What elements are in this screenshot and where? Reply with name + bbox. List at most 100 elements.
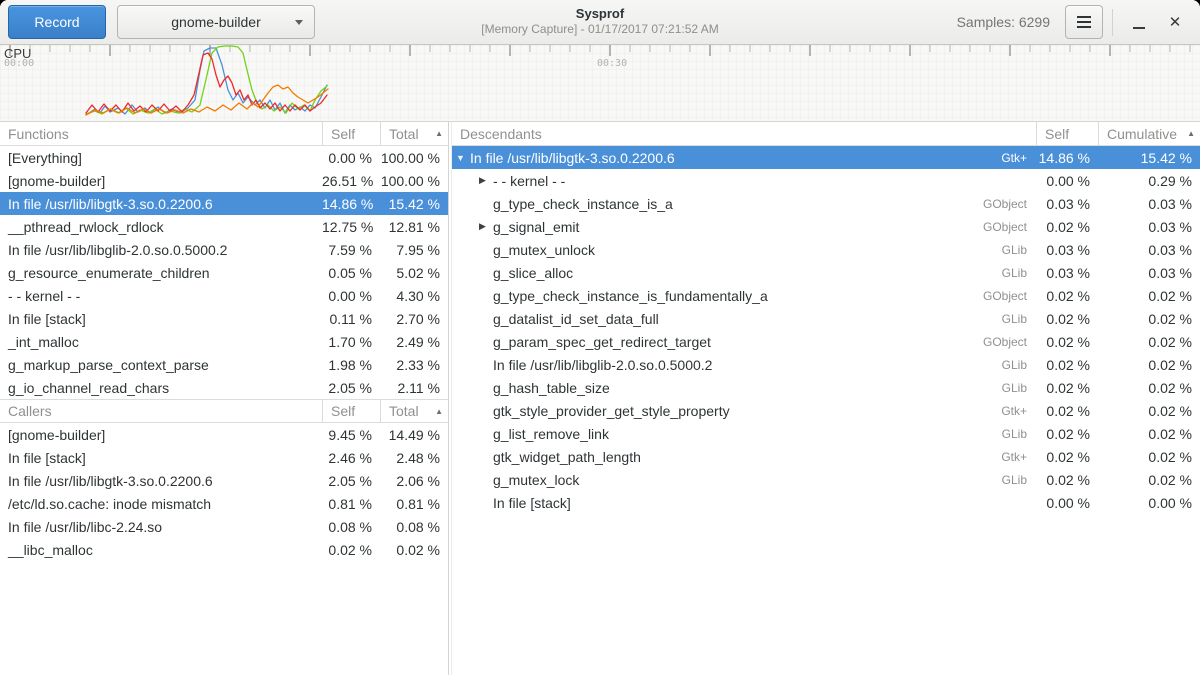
descendant-name-cell: g_hash_table_size GLib [452,380,1036,396]
callers-table-row[interactable]: [gnome-builder] 9.45 % 14.49 % [0,423,448,446]
descendants-table-row[interactable]: g_type_check_instance_is_fundamentally_a… [452,284,1200,307]
descendants-table-row[interactable]: g_mutex_lock GLib 0.02 % 0.02 % [452,468,1200,491]
descendant-name-cell: In file [stack] [452,495,1036,511]
caller-self-value: 9.45 % [322,427,380,443]
descendant-name: g_signal_emit [493,219,579,235]
expander-icon[interactable]: ▼ [456,153,470,163]
process-selector-label: gnome-builder [171,14,261,30]
descendants-self-column-header[interactable]: Self [1036,122,1098,145]
descendant-self-value: 0.00 % [1036,495,1098,511]
callers-column-header[interactable]: Callers [0,403,322,419]
caller-name: In file [stack] [0,450,322,466]
samples-count-label: Samples: 6299 [957,14,1050,30]
descendants-table-row[interactable]: ▼ In file /usr/lib/libgtk-3.so.0.2200.6 … [452,146,1200,169]
caller-total-value: 0.08 % [380,519,448,535]
caller-name: In file /usr/lib/libc-2.24.so [0,519,322,535]
descendants-table-row[interactable]: g_list_remove_link GLib 0.02 % 0.02 % [452,422,1200,445]
sort-ascending-icon: ▲ [1187,129,1195,138]
callers-total-column-header[interactable]: Total ▲ [380,400,448,422]
cpu-timeline-graph[interactable]: CPU 00:00 00:30 [0,45,1200,122]
expander-icon[interactable]: ▶ [479,221,493,232]
descendant-self-value: 0.02 % [1036,288,1098,304]
descendants-table-row[interactable]: g_param_spec_get_redirect_target GObject… [452,330,1200,353]
function-self-value: 0.05 % [322,265,380,281]
descendants-table-row[interactable]: In file /usr/lib/libglib-2.0.so.0.5000.2… [452,353,1200,376]
descendant-name: g_hash_table_size [493,380,610,396]
descendants-table-row[interactable]: ▶ g_signal_emit GObject 0.02 % 0.03 % [452,215,1200,238]
expander-icon[interactable]: ▶ [479,175,493,186]
library-category-label: GLib [1002,358,1036,372]
descendant-name: g_mutex_lock [493,472,579,488]
functions-table-row[interactable]: g_io_channel_read_chars 2.05 % 2.11 % [0,376,448,399]
functions-table-row[interactable]: In file /usr/lib/libglib-2.0.so.0.5000.2… [0,238,448,261]
library-category-label: Gtk+ [1001,450,1036,464]
function-total-value: 2.11 % [380,380,448,396]
function-name: __pthread_rwlock_rdlock [0,219,322,235]
functions-table-row[interactable]: In file [stack] 0.11 % 2.70 % [0,307,448,330]
caller-total-value: 2.06 % [380,473,448,489]
descendants-column-header[interactable]: Descendants [452,126,1036,142]
functions-column-header[interactable]: Functions [0,126,322,142]
descendant-name-cell: g_mutex_lock GLib [452,472,1036,488]
time-tick-start: 00:00 [4,58,34,69]
descendants-table-row[interactable]: g_hash_table_size GLib 0.02 % 0.02 % [452,376,1200,399]
functions-table-row[interactable]: In file /usr/lib/libgtk-3.so.0.2200.6 14… [0,192,448,215]
descendants-table-row[interactable]: g_datalist_id_set_data_full GLib 0.02 % … [452,307,1200,330]
descendant-name: g_mutex_unlock [493,242,595,258]
functions-table-row[interactable]: [Everything] 0.00 % 100.00 % [0,146,448,169]
library-category-label: GObject [983,335,1036,349]
descendants-table-row[interactable]: g_type_check_instance_is_a GObject 0.03 … [452,192,1200,215]
record-button[interactable]: Record [8,5,106,39]
descendants-table-row[interactable]: ▶ - - kernel - - 0.00 % 0.29 % [452,169,1200,192]
menu-button[interactable] [1065,5,1103,39]
sysprof-window: Record gnome-builder Sysprof [Memory Cap… [0,0,1200,675]
descendant-self-value: 0.00 % [1036,173,1098,189]
functions-self-column-header[interactable]: Self [322,122,380,145]
process-selector-dropdown[interactable]: gnome-builder [117,5,315,39]
close-button[interactable]: ✕ [1160,0,1190,44]
header-bar: Record gnome-builder Sysprof [Memory Cap… [0,0,1200,45]
descendants-cumulative-column-header[interactable]: Cumulative ▲ [1098,122,1200,145]
descendant-cumulative-value: 0.02 % [1098,311,1200,327]
function-self-value: 1.98 % [322,357,380,373]
functions-table: [Everything] 0.00 % 100.00 % [gnome-buil… [0,146,448,399]
functions-table-row[interactable]: g_resource_enumerate_children 0.05 % 5.0… [0,261,448,284]
caller-name: /etc/ld.so.cache: inode mismatch [0,496,322,512]
callers-table-row[interactable]: In file [stack] 2.46 % 2.48 % [0,446,448,469]
chevron-down-icon [295,20,303,25]
descendant-name-cell: g_type_check_instance_is_fundamentally_a… [452,288,1036,304]
descendants-table-row[interactable]: gtk_style_provider_get_style_property Gt… [452,399,1200,422]
descendant-name: g_slice_alloc [493,265,573,281]
callers-table-row[interactable]: In file /usr/lib/libgtk-3.so.0.2200.6 2.… [0,469,448,492]
caller-name: In file /usr/lib/libgtk-3.so.0.2200.6 [0,473,322,489]
left-pane: Functions Self Total ▲ [Everything] 0.00… [0,122,449,675]
callers-table-row[interactable]: /etc/ld.so.cache: inode mismatch 0.81 % … [0,492,448,515]
descendant-self-value: 0.03 % [1036,242,1098,258]
callers-table-row[interactable]: In file /usr/lib/libc-2.24.so 0.08 % 0.0… [0,515,448,538]
descendant-name-cell: ▼ In file /usr/lib/libgtk-3.so.0.2200.6 … [452,150,1036,166]
caller-total-value: 14.49 % [380,427,448,443]
callers-self-column-header[interactable]: Self [322,400,380,422]
descendants-table-row[interactable]: gtk_widget_path_length Gtk+ 0.02 % 0.02 … [452,445,1200,468]
time-tick-mid: 00:30 [597,58,627,69]
function-self-value: 7.59 % [322,242,380,258]
callers-table-row[interactable]: __libc_malloc 0.02 % 0.02 % [0,538,448,561]
function-total-value: 4.30 % [380,288,448,304]
descendant-cumulative-value: 0.03 % [1098,242,1200,258]
caller-name: __libc_malloc [0,542,322,558]
minimize-button[interactable] [1124,0,1154,44]
functions-table-row[interactable]: g_markup_parse_context_parse 1.98 % 2.33… [0,353,448,376]
functions-table-row[interactable]: - - kernel - - 0.00 % 4.30 % [0,284,448,307]
descendants-table-row[interactable]: In file [stack] 0.00 % 0.00 % [452,491,1200,514]
caller-self-value: 0.08 % [322,519,380,535]
function-name: In file /usr/lib/libgtk-3.so.0.2200.6 [0,196,322,212]
functions-table-row[interactable]: _int_malloc 1.70 % 2.49 % [0,330,448,353]
functions-table-row[interactable]: [gnome-builder] 26.51 % 100.00 % [0,169,448,192]
functions-table-row[interactable]: __pthread_rwlock_rdlock 12.75 % 12.81 % [0,215,448,238]
descendants-table-row[interactable]: g_mutex_unlock GLib 0.03 % 0.03 % [452,238,1200,261]
descendant-name: In file /usr/lib/libglib-2.0.so.0.5000.2 [493,357,712,373]
descendants-table-row[interactable]: g_slice_alloc GLib 0.03 % 0.03 % [452,261,1200,284]
functions-total-column-header[interactable]: Total ▲ [380,122,448,145]
library-category-label: GLib [1002,266,1036,280]
function-name: g_io_channel_read_chars [0,380,322,396]
